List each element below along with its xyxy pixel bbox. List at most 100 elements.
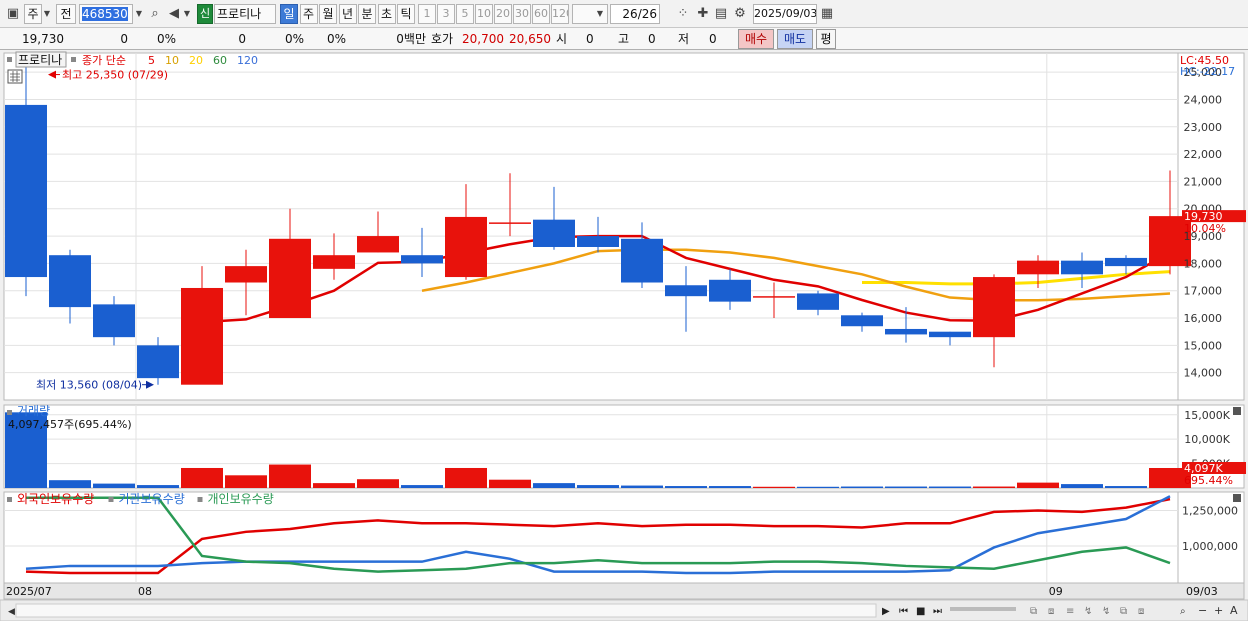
volume-panel: [3, 404, 1179, 489]
ma-legend-prefix: 종가 단순: [82, 54, 126, 67]
period-tab-2[interactable]: 월: [319, 4, 337, 24]
candle-body: [1017, 260, 1059, 275]
ratio-percent: 0%: [326, 32, 346, 46]
prev-button[interactable]: 전: [56, 4, 76, 24]
panel-menu-icon: [7, 57, 12, 62]
tool-icon-3: ↯: [1084, 606, 1092, 617]
low-label: 최저 13,560 (08/04): [36, 379, 142, 392]
volume-bar: [401, 485, 443, 488]
scroll-nav-icon-0: ▶: [882, 606, 890, 617]
code-dropdown-icon[interactable]: ▼: [133, 5, 145, 23]
period-tab-3[interactable]: 년: [338, 4, 357, 24]
hc-label: HC:-22.17: [1180, 65, 1235, 78]
last-volume-pct: 695.44%: [1184, 474, 1233, 487]
new-listing-badge: 신: [197, 4, 213, 24]
date-input[interactable]: 2025/09/03: [753, 4, 817, 24]
scroll-track: [15, 603, 877, 618]
ma-legend-10: 10: [165, 54, 179, 67]
table-icon: [7, 69, 23, 84]
speaker-dropdown-icon[interactable]: ▼: [181, 5, 193, 23]
period-tab-6[interactable]: 틱: [397, 4, 415, 24]
stock-name: 프로티나: [214, 4, 276, 24]
candle-body: [1061, 260, 1103, 275]
price-tick-label: 24,000: [1184, 93, 1223, 106]
volume-bar: [885, 486, 927, 488]
candle-body: [753, 296, 795, 298]
period-tab-1[interactable]: 주: [299, 4, 318, 24]
period-tab-4[interactable]: 분: [358, 4, 376, 24]
high-label: 최고 25,350 (07/29): [62, 69, 168, 82]
price-tick-label: 23,000: [1184, 121, 1223, 134]
eval-button[interactable]: 평: [816, 29, 836, 49]
hoga-label: 호가: [431, 32, 454, 46]
volume-info: 4,097,457주(695.44%): [8, 418, 132, 431]
stock-code-input[interactable]: 468530: [79, 4, 133, 24]
volume-bar: [445, 467, 487, 488]
search-icon[interactable]: ⌕: [146, 5, 164, 23]
last-pct-label: 10.04%: [1184, 222, 1226, 235]
panel-title: 프로티나: [18, 53, 62, 67]
candle-body: [313, 255, 355, 269]
save-icon[interactable]: ▤: [712, 5, 730, 23]
zoom-search-icon: ⌕: [1180, 606, 1186, 617]
candle-body: [533, 219, 575, 247]
volume-bar: [357, 479, 399, 488]
candle-body: [929, 331, 971, 338]
chevron-down-icon[interactable]: ▼: [42, 5, 52, 23]
candle-body: [401, 255, 443, 264]
period-tab-5[interactable]: 초: [377, 4, 396, 24]
tool-icon-0: ⧉: [1030, 606, 1037, 617]
crosshair-icon[interactable]: ✚: [694, 5, 712, 23]
low-label: 저: [678, 32, 690, 46]
calendar-icon[interactable]: ▦: [818, 5, 836, 23]
candle-body: [225, 266, 267, 283]
volume-tick-label: 15,000K: [1184, 409, 1230, 422]
window-icon[interactable]: ▣: [4, 5, 22, 23]
candle-body: [885, 328, 927, 335]
volume-bar: [225, 475, 267, 488]
candle-body: [1105, 257, 1147, 267]
time-label-2: 09: [1049, 585, 1063, 598]
open-label: 시: [556, 32, 568, 46]
candle-body: [93, 304, 135, 338]
volume-bar: [269, 464, 311, 488]
interval-tab-10[interactable]: 10: [475, 4, 493, 24]
scroll-nav-icon-2: ■: [916, 606, 925, 617]
period-tab-0[interactable]: 일: [280, 4, 298, 24]
chart-area[interactable]: ◀ ▶ ⏮ ■ ⏭ ⌕ − + A⧉ ⧈ ≡ ↯ ↯ ⧉ ⧈25,00024,00023,00022,000…: [0, 50, 1248, 621]
holdings-legend-1: 기관보유수량: [119, 492, 185, 506]
interval-tab-30[interactable]: 30: [513, 4, 531, 24]
market-select[interactable]: 주: [24, 4, 42, 24]
quote-bar: 19,730 0 0% 0 0% 0% 0백만 호가 20,700 20,650…: [0, 28, 1248, 50]
trade-amount: 0백만: [396, 32, 426, 46]
candle-body: [797, 293, 839, 310]
interval-tab-3[interactable]: 3: [437, 4, 455, 24]
candle-body: [445, 216, 487, 278]
sell-button[interactable]: 매도: [777, 29, 813, 49]
candle-body: [5, 104, 47, 278]
candle-body: [577, 236, 619, 247]
interval-tab-120[interactable]: 120: [551, 4, 569, 24]
volume-bar: [709, 486, 751, 488]
candle-body: [841, 315, 883, 327]
zoom-out-icon: −: [1198, 604, 1207, 617]
interval-tab-1[interactable]: 1: [418, 4, 436, 24]
volume-bar: [929, 486, 971, 488]
holdings-legend-marker: [197, 497, 203, 502]
volume-bar: [841, 486, 883, 488]
interval-dropdown-icon[interactable]: ▼: [594, 5, 606, 23]
ma-legend-5: 5: [148, 54, 155, 67]
interval-tab-5[interactable]: 5: [456, 4, 474, 24]
tool-icon-2: ≡: [1066, 606, 1074, 617]
interval-tab-20[interactable]: 20: [494, 4, 512, 24]
buy-button[interactable]: 매수: [738, 29, 774, 49]
holdings-tick-label: 1,250,000: [1182, 504, 1238, 517]
count-field[interactable]: 26/26: [610, 4, 660, 24]
settings-icon[interactable]: ⚙: [731, 5, 749, 23]
count-total: /26: [637, 7, 657, 21]
interval-tab-60[interactable]: 60: [532, 4, 550, 24]
scroll-left-icon: ◀: [8, 607, 15, 617]
refresh-icon[interactable]: ⁘: [674, 5, 692, 23]
price-change: 0: [120, 32, 128, 46]
price-tick-label: 16,000: [1184, 312, 1223, 325]
